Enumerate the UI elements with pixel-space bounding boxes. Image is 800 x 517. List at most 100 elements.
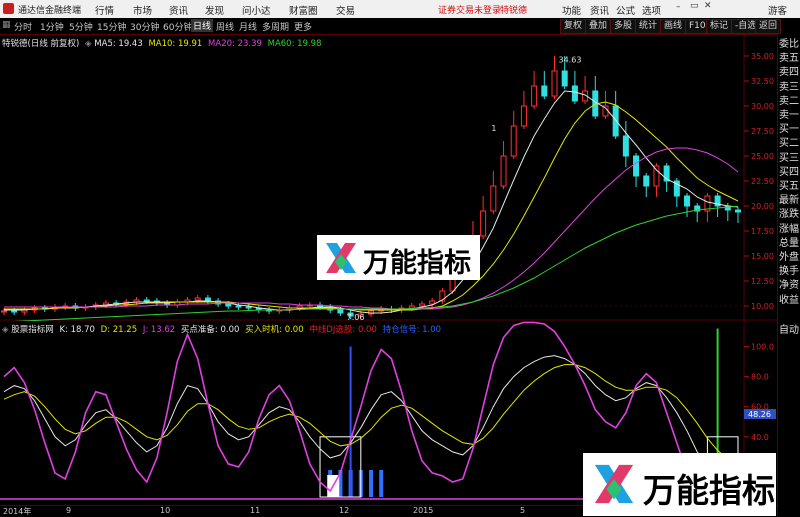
price-tick-label: 22.50 bbox=[751, 177, 774, 186]
candle bbox=[1, 310, 7, 313]
position-signal-bar bbox=[369, 469, 373, 497]
multi-stock-button[interactable]: 多股 bbox=[610, 19, 637, 34]
tab-30min[interactable]: 30分钟 bbox=[130, 20, 159, 33]
indicator-tick-label: 40.0 bbox=[751, 433, 769, 442]
candle bbox=[531, 85, 538, 107]
app-logo-icon bbox=[3, 3, 14, 14]
user-guest[interactable]: 游客 bbox=[768, 3, 787, 17]
tab-fenshi[interactable]: 分时 bbox=[14, 20, 32, 33]
quote-field-label: 卖五 bbox=[779, 53, 799, 65]
overlay-button[interactable]: 叠加 bbox=[585, 19, 612, 34]
indicator-tick-label: 80.0 bbox=[751, 373, 769, 382]
tab-15min[interactable]: 15分钟 bbox=[97, 20, 126, 33]
candle bbox=[337, 309, 344, 314]
quote-field-label: 买一 bbox=[779, 124, 799, 136]
back-button[interactable]: 返回 bbox=[755, 19, 782, 34]
watermark-logo-bottom: 万能指标 bbox=[583, 453, 776, 516]
quote-field-label: 涨幅 bbox=[779, 223, 799, 235]
menu-faxian[interactable]: 发现 bbox=[205, 3, 224, 17]
menu-zixun[interactable]: 资讯 bbox=[169, 3, 188, 17]
quote-field-label: 总量 bbox=[779, 237, 799, 249]
watermark-logo-icon bbox=[326, 243, 356, 273]
candle bbox=[571, 85, 578, 102]
quote-field-label: 换手 bbox=[779, 266, 799, 278]
quote-field-label: 买三 bbox=[779, 152, 799, 164]
func-button[interactable]: 功能 bbox=[562, 3, 581, 17]
trade-login-notice[interactable]: 证券交易未登录 bbox=[438, 3, 501, 16]
stock-tag[interactable]: 特锐德 bbox=[500, 3, 527, 16]
adjust-button[interactable]: 复权 bbox=[560, 19, 587, 34]
quote-field-label: 卖二 bbox=[779, 95, 799, 107]
x-label-12: 12 bbox=[339, 506, 350, 515]
stats-button[interactable]: 统计 bbox=[635, 19, 662, 34]
candle bbox=[643, 175, 650, 187]
close-icon[interactable]: ✕ bbox=[704, 1, 712, 11]
quote-field-label: 买四 bbox=[779, 166, 799, 178]
tab-daily[interactable]: 日线 bbox=[191, 19, 214, 32]
candle bbox=[735, 209, 741, 213]
candle bbox=[561, 70, 568, 87]
price-tick-label: 27.50 bbox=[751, 127, 774, 136]
quote-field-label: 买五 bbox=[779, 181, 799, 192]
watermark-text: 万能指标 bbox=[643, 472, 775, 509]
candle bbox=[520, 105, 527, 127]
menu-wenxiaoda[interactable]: 问小达 bbox=[242, 3, 271, 17]
candle bbox=[622, 135, 629, 157]
quote-side-panel: 委比 卖五 卖四 卖三 卖二 卖一 买一 买二 买三 买四 买五 最新 涨跌 涨幅 总量 外盘 换手 净资 收益 自动 bbox=[777, 34, 800, 516]
minimize-icon[interactable]: – bbox=[676, 2, 681, 12]
quote-field-label: 外盘 bbox=[779, 252, 799, 263]
price-tick-label: 32.50 bbox=[751, 77, 774, 86]
x-label-5: 5 bbox=[520, 506, 526, 515]
candle bbox=[143, 299, 150, 302]
candle bbox=[510, 125, 517, 157]
candle bbox=[235, 305, 242, 308]
mark-button[interactable]: 标记 bbox=[706, 19, 733, 34]
price-tick-label: 10.00 bbox=[751, 302, 774, 311]
price-tick-label: 17.50 bbox=[751, 227, 774, 236]
quote-field-label: 净资 bbox=[779, 280, 799, 292]
candle bbox=[684, 195, 691, 207]
auto-button[interactable]: 自动 bbox=[779, 324, 799, 338]
candle bbox=[551, 70, 558, 97]
candle bbox=[194, 297, 201, 301]
tab-5min[interactable]: 5分钟 bbox=[69, 20, 93, 33]
menu-hangqing[interactable]: 行情 bbox=[95, 3, 114, 17]
options-button[interactable]: 选项 bbox=[642, 3, 661, 17]
quote-field-label: 收益 bbox=[779, 294, 799, 306]
watermark-logo-icon bbox=[594, 464, 634, 504]
tab-monthly[interactable]: 月线 bbox=[239, 20, 257, 33]
draw-line-button[interactable]: 画线 bbox=[660, 19, 687, 34]
menu-shichang[interactable]: 市场 bbox=[133, 3, 152, 17]
price-tick-label: 30.00 bbox=[751, 102, 774, 111]
grid-icon[interactable]: ▦ bbox=[2, 20, 11, 30]
candle bbox=[490, 185, 497, 212]
menu-caifuquan[interactable]: 财富圈 bbox=[289, 3, 318, 17]
candle bbox=[480, 210, 487, 237]
formula-button[interactable]: 公式 bbox=[616, 3, 635, 17]
tab-weekly[interactable]: 周线 bbox=[216, 20, 234, 33]
tab-60min[interactable]: 60分钟 bbox=[163, 20, 192, 33]
current-value-label: 48.26 bbox=[748, 410, 771, 419]
restore-icon[interactable]: ▭ bbox=[690, 1, 699, 11]
candle bbox=[429, 300, 436, 305]
candle bbox=[245, 306, 252, 309]
menu-jiaoyi[interactable]: 交易 bbox=[336, 3, 355, 17]
tab-multi-period[interactable]: 多周期 bbox=[262, 20, 289, 33]
position-signal-bar bbox=[379, 469, 384, 497]
x-label-10: 10 bbox=[160, 506, 171, 515]
tab-more[interactable]: 更多 bbox=[294, 20, 312, 33]
candle bbox=[541, 85, 548, 97]
x-label-2015: 2015 bbox=[413, 506, 434, 515]
info-button[interactable]: 资讯 bbox=[590, 3, 609, 17]
quote-field-label: 最新 bbox=[779, 195, 799, 207]
candle bbox=[225, 303, 232, 307]
indicator-tick-label: 100.0 bbox=[751, 343, 774, 352]
high-price-label: 34.63 bbox=[559, 56, 582, 65]
candle bbox=[11, 310, 18, 313]
tab-1min[interactable]: 1分钟 bbox=[40, 20, 64, 33]
quote-field-label: 买二 bbox=[779, 138, 799, 150]
title-bar: 通达信金融终端 行情 市场 资讯 发现 问小达 财富圈 交易 证券交易未登录 特… bbox=[0, 0, 800, 19]
price-tick-label: 20.00 bbox=[751, 202, 774, 211]
candle bbox=[653, 165, 660, 187]
price-tick-label: 35.00 bbox=[751, 52, 774, 61]
